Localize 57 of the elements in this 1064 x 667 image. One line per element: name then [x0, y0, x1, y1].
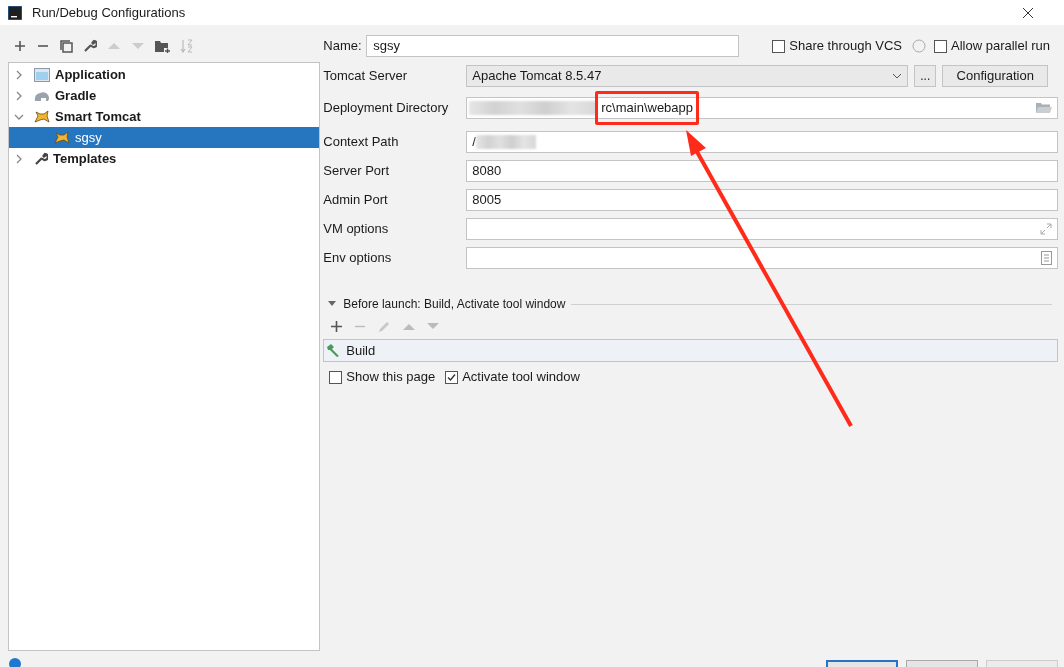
tree-item-label: Gradle: [55, 86, 97, 105]
field-label: VM options: [323, 220, 390, 239]
input-field[interactable]: [466, 247, 1058, 269]
copy-icon[interactable]: [60, 39, 73, 53]
browse-button[interactable]: ...: [914, 65, 937, 87]
input-field[interactable]: 8080: [466, 160, 1058, 182]
checkbox-label[interactable]: Share through VCS: [789, 36, 902, 56]
wrench-icon[interactable]: [83, 39, 97, 53]
add-icon[interactable]: [14, 40, 26, 52]
task-item[interactable]: Build: [346, 340, 376, 361]
close-icon[interactable]: [1022, 6, 1034, 19]
tree-item-label: sgsy: [75, 128, 102, 147]
tree-item-label: Smart Tomcat: [55, 107, 141, 126]
tree-item[interactable]: Smart Tomcat: [9, 106, 319, 127]
field-label: Env options: [323, 249, 393, 268]
folder-icon[interactable]: [1036, 102, 1052, 114]
field-label: Context Path: [323, 133, 400, 152]
tree-item-label: Templates: [53, 149, 117, 168]
checkbox-label[interactable]: Allow parallel run: [951, 36, 1050, 56]
caret-icon: [892, 73, 903, 79]
checkbox[interactable]: [772, 39, 786, 53]
field-label: Tomcat Server: [323, 67, 409, 86]
list-icon[interactable]: [1041, 251, 1052, 265]
field-value: 8080: [472, 162, 502, 181]
window-icon: [34, 67, 50, 82]
input-field[interactable]: /: [466, 131, 1058, 153]
expanded-triangle-icon[interactable]: [327, 300, 338, 308]
field-value: 8005: [472, 191, 502, 210]
app-icon: [8, 5, 22, 20]
tree-item[interactable]: Gradle: [9, 85, 319, 106]
checkbox[interactable]: [445, 370, 459, 384]
checkbox-label[interactable]: Show this page: [346, 367, 436, 387]
input-field[interactable]: 8005: [466, 189, 1058, 211]
tree-item[interactable]: Application: [9, 64, 319, 85]
hammer-icon: [326, 343, 341, 358]
checkbox[interactable]: [329, 370, 343, 384]
tree-item[interactable]: sgsy: [9, 127, 319, 148]
add-icon[interactable]: [331, 320, 343, 332]
expand-icon[interactable]: [1040, 223, 1052, 235]
window-title: Run/Debug Configurations: [32, 3, 186, 22]
field-value: rc\main\webapp: [601, 98, 694, 118]
name-field[interactable]: sgsy: [366, 35, 740, 57]
field-label: Server Port: [323, 162, 390, 181]
field-label: Deployment Directory: [323, 99, 450, 118]
tree-item-label: Application: [55, 65, 126, 84]
field-value: /: [472, 133, 476, 152]
field-label: Admin Port: [323, 191, 389, 210]
input-field[interactable]: [466, 218, 1058, 240]
server-dropdown[interactable]: Apache Tomcat 8.5.47: [466, 65, 909, 87]
section-title[interactable]: Before launch: Build, Activate tool window: [343, 295, 566, 313]
name-label: Name:: [323, 37, 363, 56]
checkbox[interactable]: [934, 39, 947, 53]
wrench-icon: [34, 151, 48, 166]
folder-add-icon[interactable]: [155, 39, 170, 53]
configuration-button[interactable]: Configuration: [942, 65, 1049, 87]
checkbox-label[interactable]: Activate tool window: [462, 367, 580, 387]
tree-item[interactable]: Templates: [9, 148, 319, 169]
